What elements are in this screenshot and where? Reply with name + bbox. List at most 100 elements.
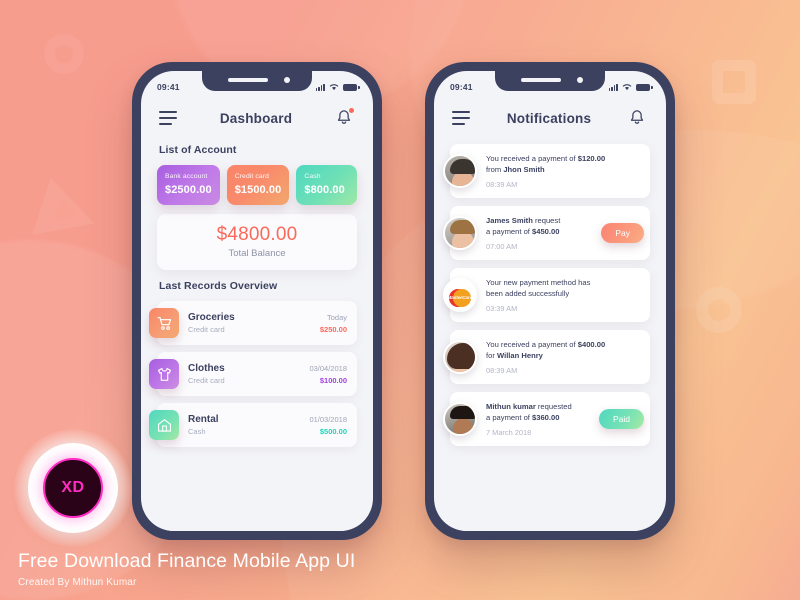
account-card-cash[interactable]: Cash $800.00 [296,165,357,205]
phone-notch [495,71,605,91]
account-label: Credit card [234,173,270,180]
notification-line2-pre: for [486,351,497,360]
avatar [443,402,477,436]
hamburger-menu-button[interactable] [452,111,470,125]
speaker-icon [521,78,561,82]
notification-time: 03:39 AM [486,304,518,313]
notification-line2-pre: from [486,165,504,174]
record-meta: 03/04/2018 $100.00 [309,364,347,385]
wifi-icon [622,84,632,91]
records-section-title: Last Records Overview [159,280,278,292]
notification-line1-strong: Mithun kumar [486,402,536,411]
notifications-list: You received a payment of $120.00 from J… [434,134,666,446]
dashboard-content: List of Account Bank account $2500.00 Cr… [141,144,373,447]
avatar [443,340,477,374]
notification-item[interactable]: James Smith request a payment of $450.00… [443,206,650,260]
notifications-bell-button[interactable] [335,108,355,128]
notification-text: You received a payment of $120.00 from J… [486,153,640,175]
record-method: Credit card [188,325,225,334]
avatar [443,216,477,250]
signal-icon [315,83,325,91]
camera-icon [577,77,583,83]
page-title: Dashboard [219,110,293,126]
shopping-cart-icon [149,308,179,338]
adobe-xd-logo-icon: XD [43,458,103,518]
account-card-credit[interactable]: Credit card $1500.00 [226,165,290,205]
decorative-square-icon [712,60,756,104]
notification-text: Mithun kumar requested a payment of $360… [486,401,590,423]
page-title: Notifications [506,110,592,126]
mastercard-logo-icon: MasterCard [443,278,477,312]
notification-line2-strong: Willan Henry [496,351,543,360]
notification-line1-post: request [532,216,561,225]
notification-line1-strong: James Smith [486,216,533,225]
account-card-bank[interactable]: Bank account $2500.00 [157,165,220,205]
notification-time: 07:00 AM [486,242,518,251]
notification-line2-pre: a payment of [486,413,533,422]
account-label: Cash [304,173,321,180]
notifications-bell-button[interactable] [628,108,648,128]
notification-time: 7 March 2018 [486,428,532,437]
notification-line2-strong: $360.00 [532,413,560,422]
account-amount: $2500.00 [165,184,212,196]
notification-line1-strong: $120.00 [577,154,606,163]
record-amount: $500.00 [319,426,347,436]
record-date: 01/03/2018 [309,414,347,424]
notification-line2-strong: Jhon Smith [503,165,545,174]
account-amount: $800.00 [304,184,345,196]
notification-line2-strong: $450.00 [532,227,560,236]
notification-line1-pre: You received a payment of [486,154,578,163]
notification-body: Your new payment method has been added s… [486,277,640,313]
status-icons [608,83,653,91]
record-row[interactable]: Groceries Credit card Today $250.00 [149,301,357,345]
camera-icon [284,77,290,83]
record-date: 03/04/2018 [309,363,347,373]
phone-dashboard: 09:41 Dashboard List of Account Bank acc… [132,62,382,540]
record-name: Rental [188,414,219,425]
notifications-appbar: Notifications [434,97,666,134]
decorative-ring-icon [696,287,742,333]
wifi-icon [329,84,339,91]
notification-line2-pre: a payment of [486,227,533,236]
pay-button[interactable]: Pay [601,223,644,243]
record-amount: $250.00 [319,324,347,334]
notification-body: Mithun kumar requested a payment of $360… [486,401,590,437]
record-info: Rental Cash [188,414,300,436]
notification-body: You received a payment of $120.00 from J… [486,153,640,189]
home-indicator[interactable] [511,519,589,523]
decorative-ring-icon [44,34,84,74]
dashboard-screen: 09:41 Dashboard List of Account Bank acc… [141,71,373,531]
speaker-icon [228,78,268,82]
signal-icon [608,83,618,91]
notification-badge [349,108,354,113]
home-icon [149,410,179,440]
home-indicator[interactable] [218,519,296,523]
notification-line1-pre: You received a payment of [486,340,578,349]
scroll-fade [434,505,666,531]
notification-item[interactable]: MasterCard Your new payment method has b… [443,268,650,322]
hamburger-menu-button[interactable] [159,111,177,125]
record-amount: $100.00 [319,375,347,385]
paid-button[interactable]: Paid [598,409,644,429]
total-balance-amount: $4800.00 [216,224,298,245]
record-row[interactable]: Clothes Credit card 03/04/2018 $100.00 [149,352,357,396]
record-name: Groceries [188,312,235,323]
notification-item[interactable]: Mithun kumar requested a payment of $360… [443,392,650,446]
notification-item[interactable]: You received a payment of $120.00 from J… [443,144,650,198]
phone-notifications: 09:41 Notifications You received a payme… [425,62,675,540]
accounts-section-title: List of Account [159,144,237,156]
notification-item[interactable]: You received a payment of $400.00 for Wi… [443,330,650,384]
caption: Free Download Finance Mobile App UI Crea… [18,550,355,588]
scroll-fade [141,505,373,531]
record-method: Credit card [188,376,225,385]
notification-time: 08:39 AM [486,366,518,375]
notification-body: James Smith request a payment of $450.00… [486,215,592,251]
records-list: Groceries Credit card Today $250.00 Clot… [149,301,357,447]
record-date: Today [326,312,347,322]
bell-icon [630,110,644,124]
record-row[interactable]: Rental Cash 01/03/2018 $500.00 [149,403,357,447]
notification-text: Your new payment method has been added s… [486,277,640,299]
notification-time: 08:39 AM [486,180,518,189]
accounts-list: Bank account $2500.00 Credit card $1500.… [157,165,357,205]
caption-author: Created By Mithun Kumar [18,577,137,588]
